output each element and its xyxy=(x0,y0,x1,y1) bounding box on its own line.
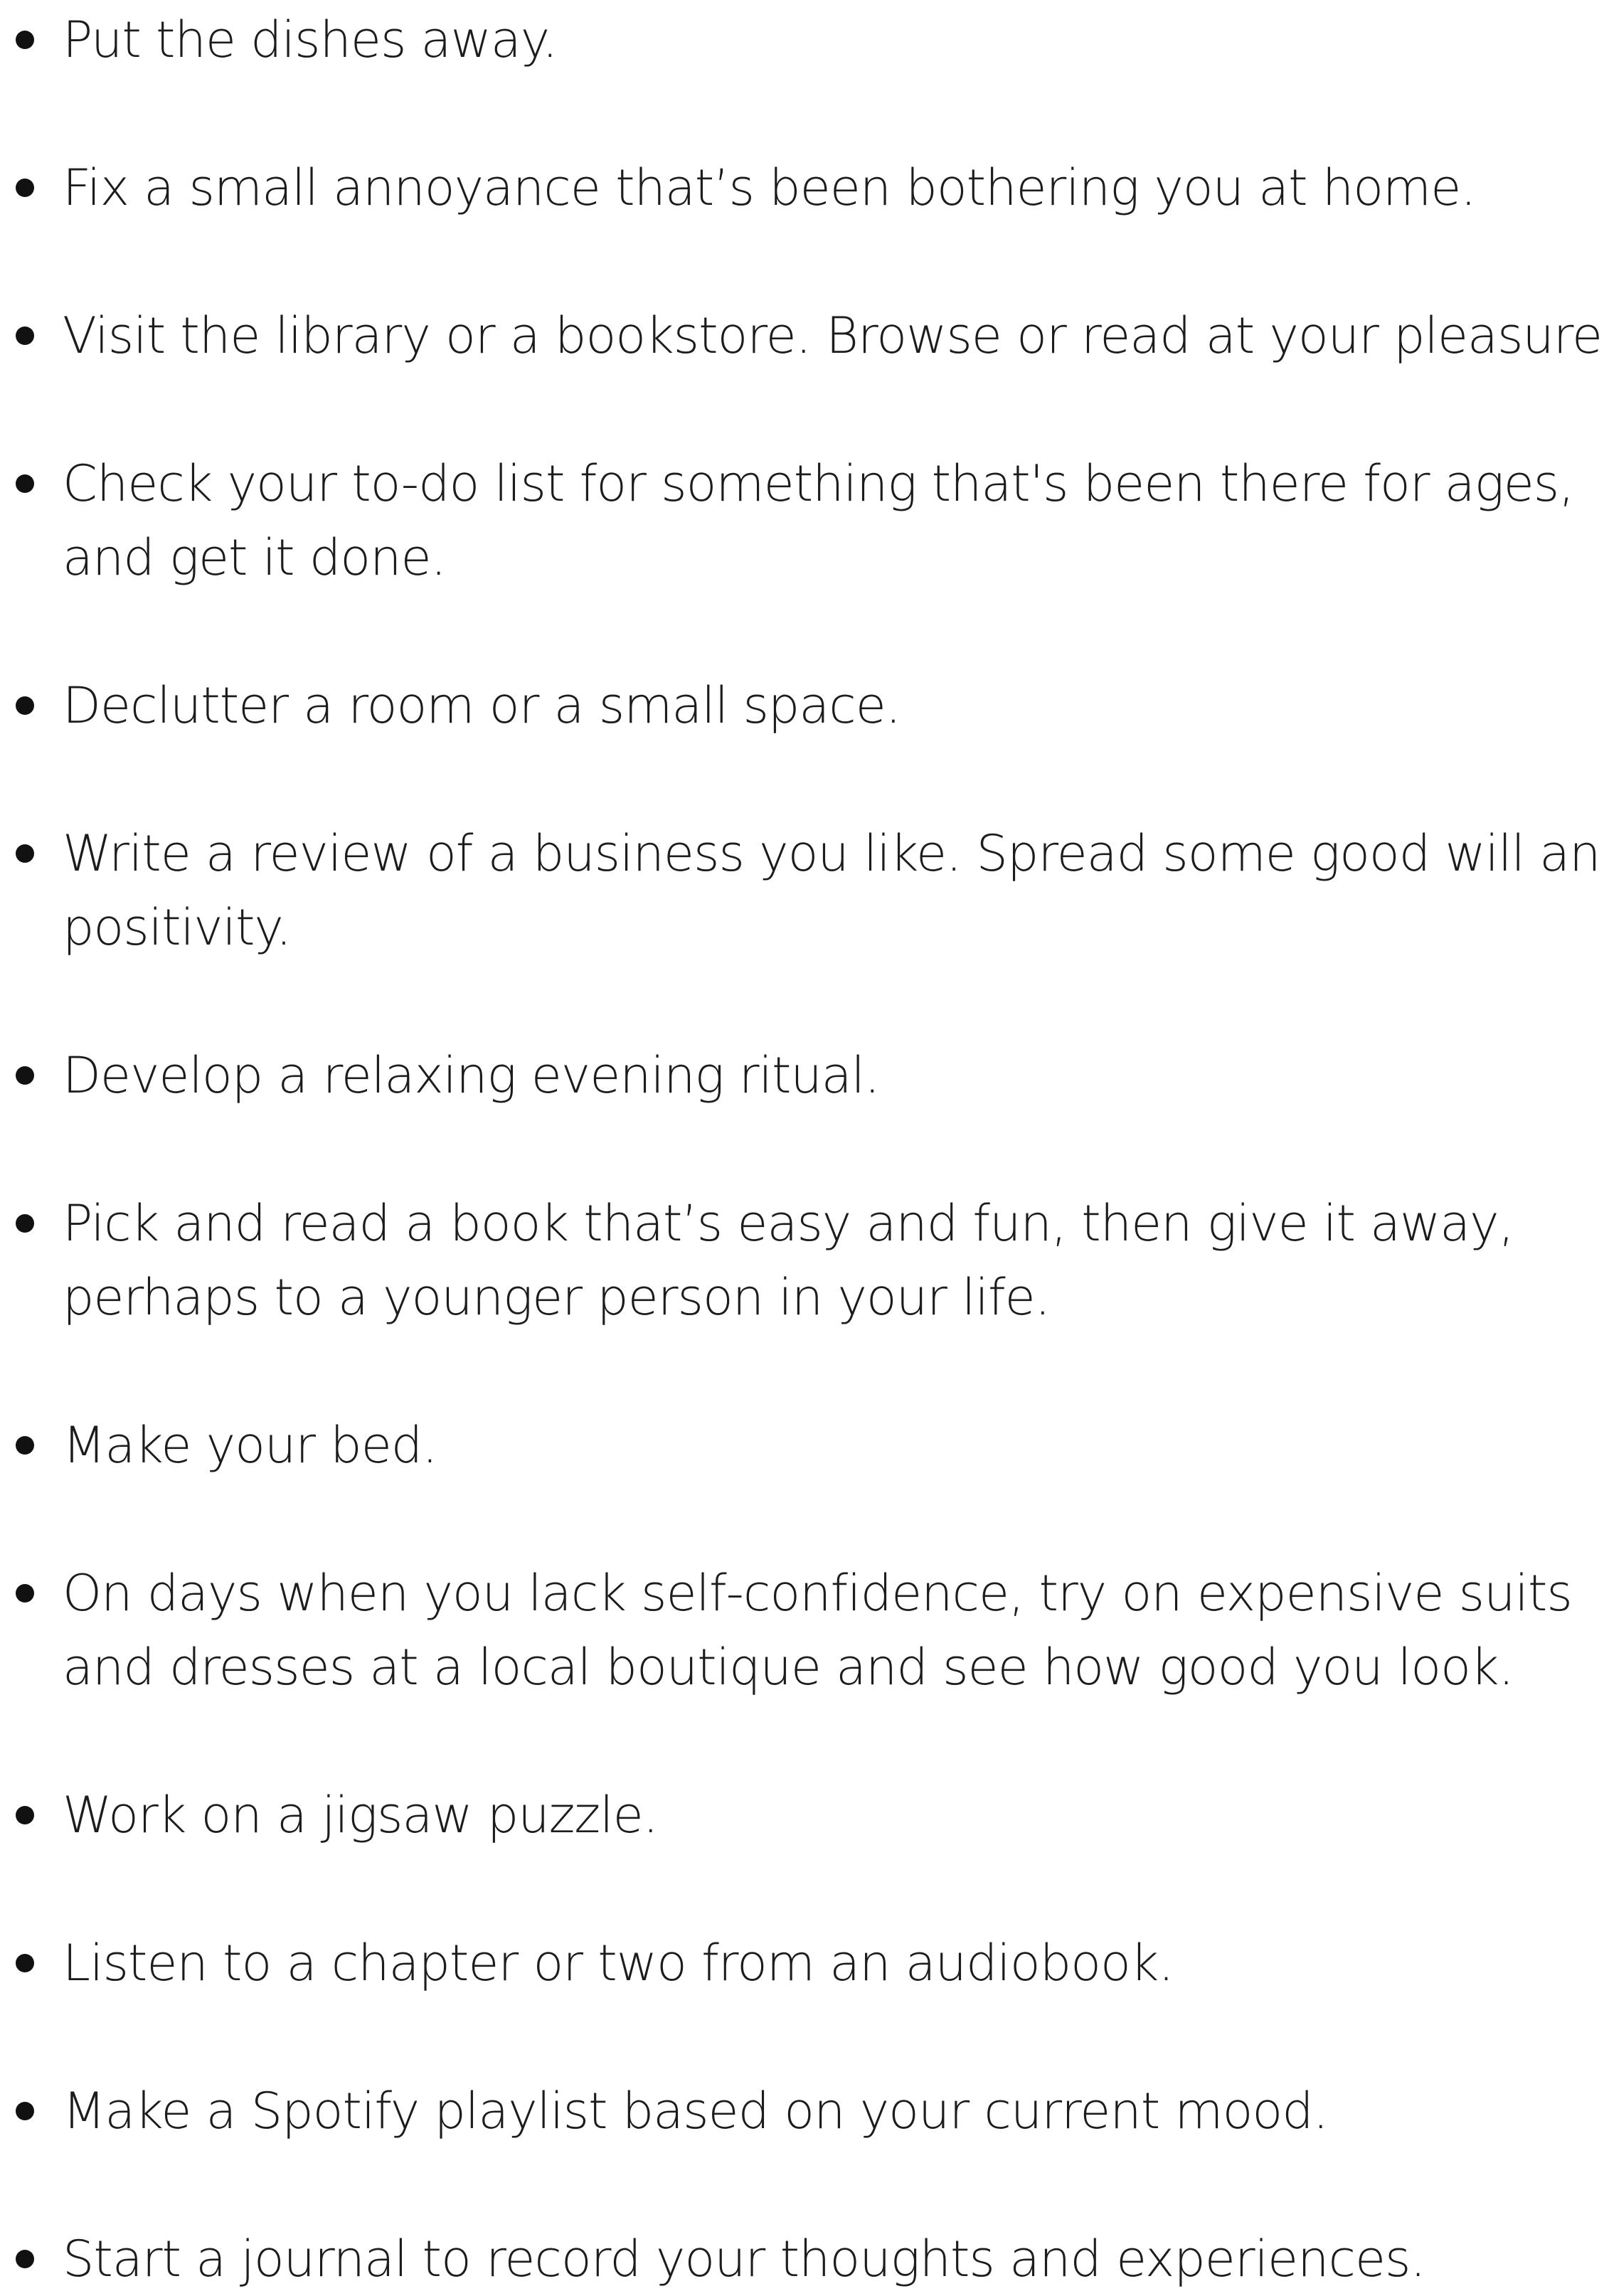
bullet-dot xyxy=(16,326,34,345)
list-item-line: Pick and read a book that’s easy and fun… xyxy=(63,1194,1514,1253)
bullet-dot xyxy=(16,1066,34,1085)
list-item-line: Develop a relaxing evening ritual. xyxy=(63,1046,880,1105)
bullet-dot xyxy=(16,2102,34,2120)
bullet-dot xyxy=(16,179,34,197)
bullet-dot xyxy=(16,31,34,49)
list-item-line: Check your to-do list for something that… xyxy=(63,455,1575,513)
list-item-text: Make your bed. xyxy=(63,1408,1599,1482)
list-item-text: Pick and read a book that’s easy and fun… xyxy=(63,1186,1599,1334)
list-item-text: Check your to-do list for something that… xyxy=(63,447,1599,595)
list-item-line: Write a review of a business you like. S… xyxy=(63,824,1604,883)
list-item-text: Listen to a chapter or two from an audio… xyxy=(63,1926,1599,2000)
list-item-line: Start a journal to record your thoughts … xyxy=(63,2230,1426,2288)
bullet-dot xyxy=(16,1436,34,1455)
bullet-dot xyxy=(16,696,34,715)
bullet-dot xyxy=(16,1584,34,1603)
list-item-line: Listen to a chapter or two from an audio… xyxy=(63,1934,1174,1992)
bullet-dot xyxy=(16,474,34,493)
list-item-line: Make your bed. xyxy=(63,1416,437,1474)
document-page: Put the dishes away. Fix a small annoyan… xyxy=(0,0,1604,2288)
list-item-text: Start a journal to record your thoughts … xyxy=(63,2222,1599,2296)
list-item-text: Put the dishes away. xyxy=(63,3,1599,77)
list-item-line: positivity. xyxy=(63,898,292,957)
list-item-text: Visit the library or a bookstore. Browse… xyxy=(63,299,1604,373)
list-item-line: Visit the library or a bookstore. Browse… xyxy=(63,307,1604,365)
list-item-text: Write a review of a business you like. S… xyxy=(63,817,1604,964)
list-item-text: Develop a relaxing evening ritual. xyxy=(63,1038,1599,1112)
list-item-line: Fix a small annoyance that’s been bother… xyxy=(63,159,1477,217)
list-item-text: On days when you lack self-confidence, t… xyxy=(63,1556,1599,1704)
list-item-text: Work on a jigsaw puzzle. xyxy=(63,1778,1599,1852)
list-item-line: Put the dishes away. xyxy=(63,11,558,69)
bullet-dot xyxy=(16,844,34,863)
list-item-line: Work on a jigsaw puzzle. xyxy=(63,1786,659,1844)
list-item-line: and dresses at a local boutique and see … xyxy=(63,1638,1514,1696)
bullet-dot xyxy=(16,2250,34,2268)
bullet-dot xyxy=(16,1806,34,1824)
list-item-text: Declutter a room or a small space. xyxy=(63,669,1599,743)
bullet-dot xyxy=(16,1954,34,1972)
list-item-line: and get it done. xyxy=(63,528,447,587)
list-item-line: perhaps to a younger person in your life… xyxy=(63,1268,1051,1327)
bullet-dot xyxy=(16,1214,34,1233)
list-item-line: On days when you lack self-confidence, t… xyxy=(63,1564,1573,1622)
list-item-line: Make a Spotify playlist based on your cu… xyxy=(63,2082,1329,2140)
list-item-text: Fix a small annoyance that’s been bother… xyxy=(63,151,1599,225)
list-item-line: Declutter a room or a small space. xyxy=(63,676,901,735)
list-item-text: Make a Spotify playlist based on your cu… xyxy=(63,2074,1599,2148)
